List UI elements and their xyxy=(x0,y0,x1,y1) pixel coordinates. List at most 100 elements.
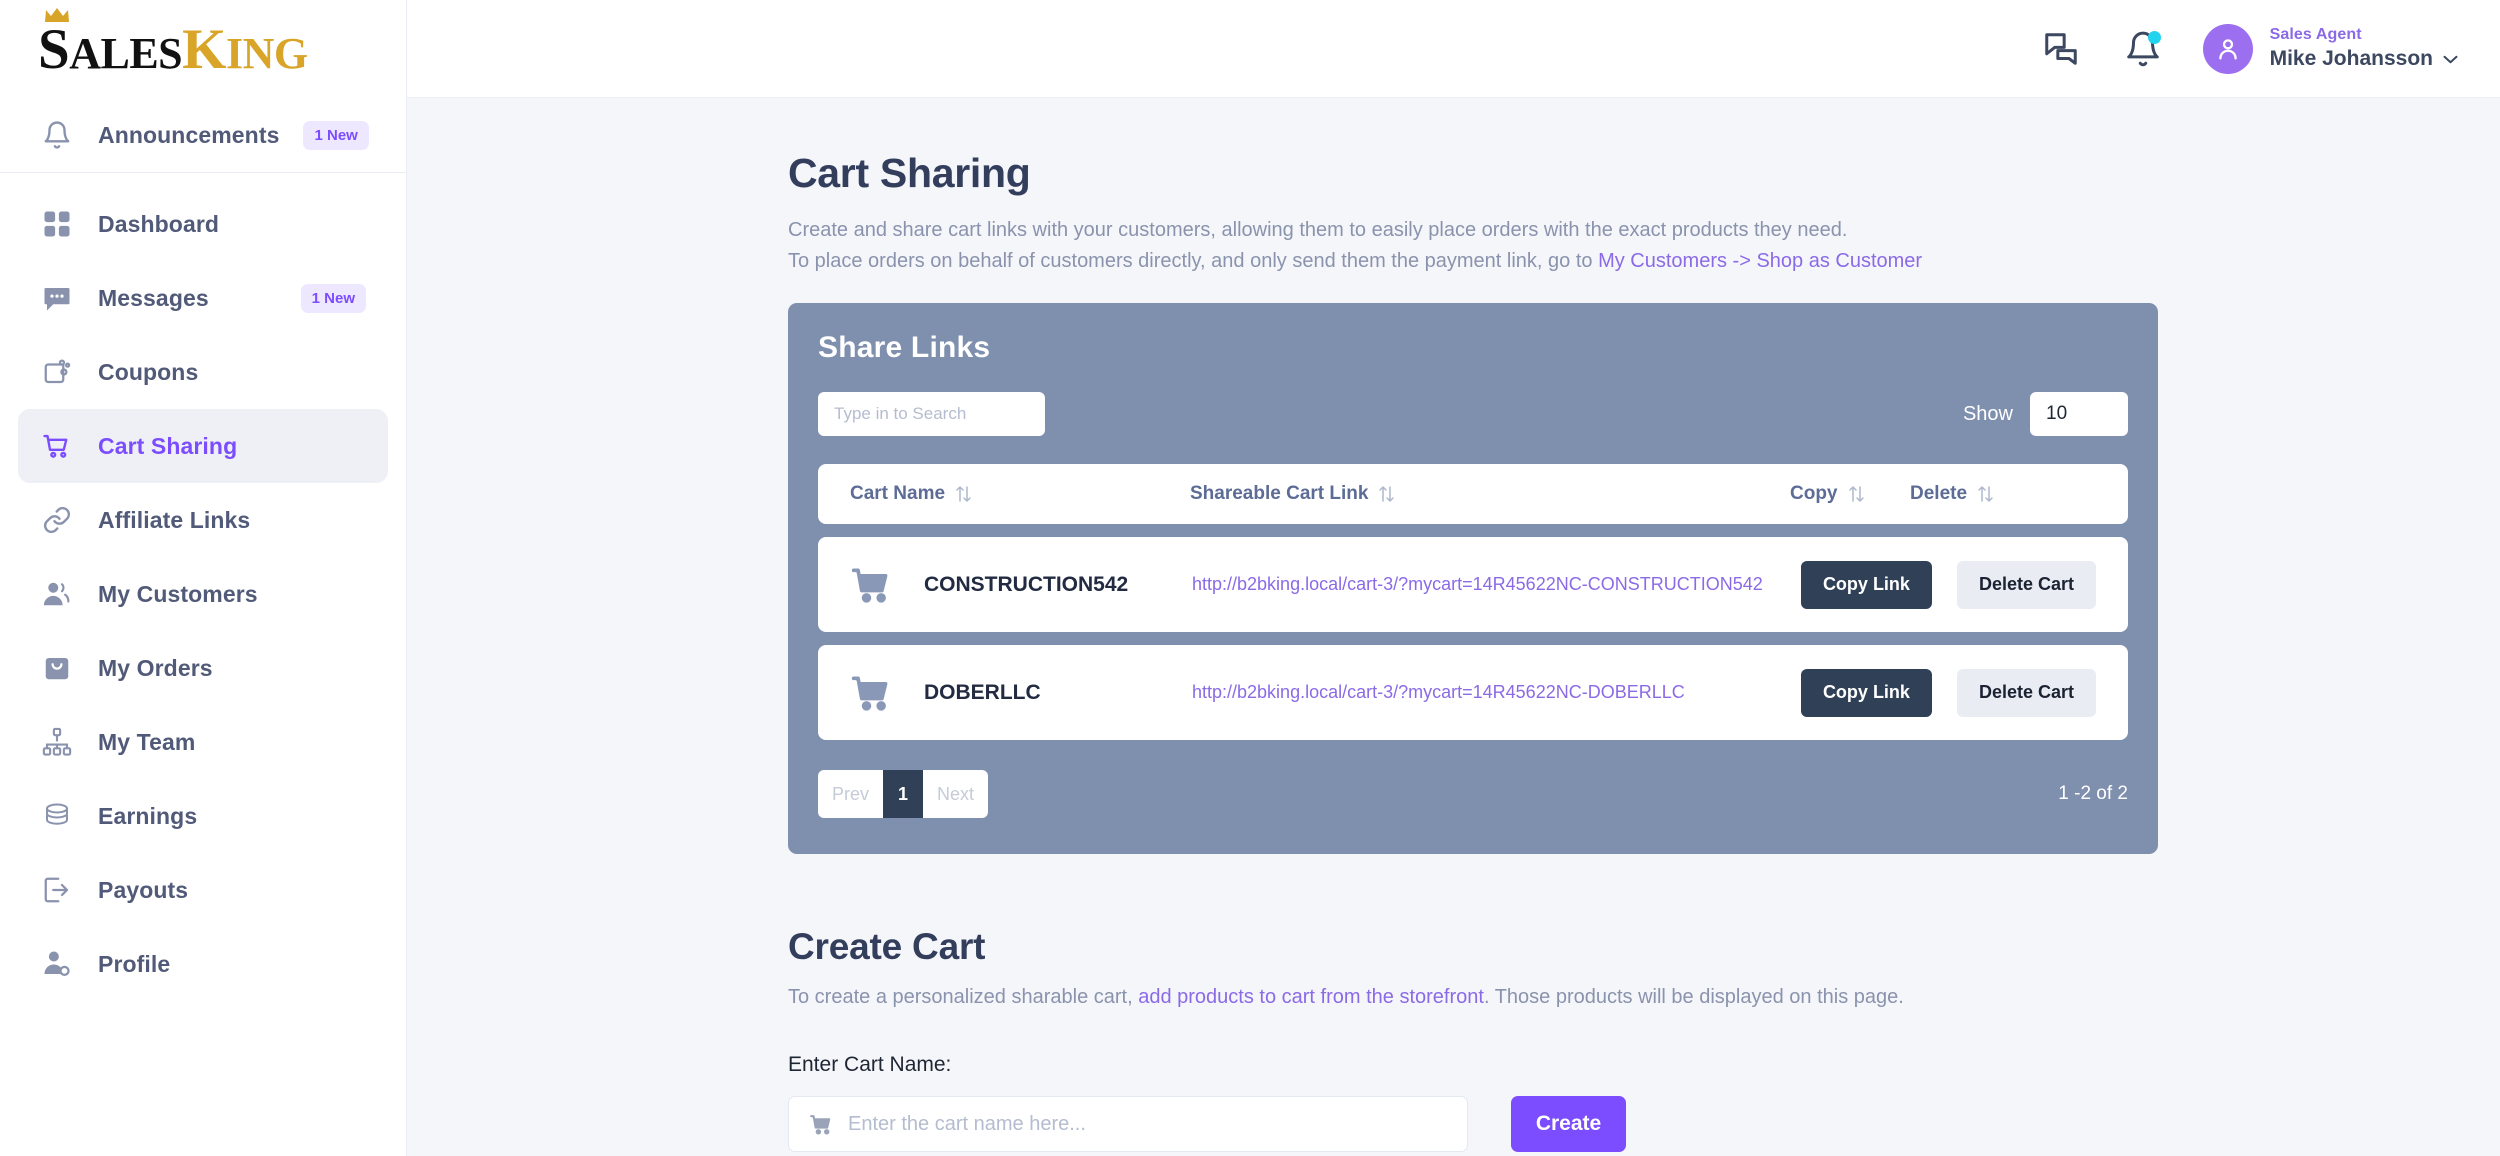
page-desc-line1: Create and share cart links with your cu… xyxy=(788,219,1848,241)
announcements-badge: 1 New xyxy=(303,120,369,150)
desc-prefix: To place orders on behalf of customers d… xyxy=(788,250,1599,272)
column-header-cart-name[interactable]: Cart Name xyxy=(850,483,1190,505)
column-header-shareable-cart-link[interactable]: Shareable Cart Link xyxy=(1190,483,1790,505)
cart-name-input[interactable] xyxy=(848,1112,1447,1136)
sidebar-item-affiliate-links[interactable]: Affiliate Links xyxy=(18,483,388,557)
table-row: CONSTRUCTION542 http://b2bking.local/car… xyxy=(818,537,2128,632)
cart-name-input-wrapper[interactable] xyxy=(788,1096,1468,1152)
sidebar-item-label: Profile xyxy=(98,950,171,977)
sidebar-item-profile[interactable]: Profile xyxy=(18,927,388,1001)
bell-icon xyxy=(40,118,74,152)
sidebar-item-announcements[interactable]: Announcements 1 New xyxy=(18,98,388,172)
cart-icon xyxy=(40,429,74,463)
chat-bubbles-icon[interactable] xyxy=(2039,27,2083,71)
sidebar: SALES KING Announcements 1 New Dashboard xyxy=(0,0,407,1156)
sidebar-item-my-orders[interactable]: My Orders xyxy=(18,631,388,705)
delete-cart-button[interactable]: Delete Cart xyxy=(1956,668,2096,717)
sidebar-item-dashboard[interactable]: Dashboard xyxy=(18,187,388,261)
chevron-down-icon xyxy=(2443,55,2458,63)
table-header-row: Cart Name Shareable Cart Link Copy Delet… xyxy=(818,464,2128,524)
profile-icon xyxy=(40,947,74,981)
cart-icon xyxy=(810,1114,831,1134)
pagination-controls: Prev 1 Next xyxy=(818,770,989,818)
payout-icon xyxy=(40,873,74,907)
sort-arrows-icon xyxy=(1848,486,1864,502)
show-label: Show xyxy=(1962,402,2013,425)
shareable-cart-link[interactable]: http://b2bking.local/cart-3/?mycart=14R4… xyxy=(1192,682,1801,703)
create-cart-description: To create a personalized sharable cart, … xyxy=(788,986,2158,1009)
column-label: Shareable Cart Link xyxy=(1190,483,1369,504)
sidebar-item-label: Messages xyxy=(98,284,209,311)
logo-king: KING xyxy=(182,17,308,81)
pagination-next[interactable]: Next xyxy=(923,770,989,818)
column-label: Delete xyxy=(1910,483,1968,504)
top-bar: Sales Agent Mike Johansson xyxy=(407,0,2500,98)
cart-name: DOBERLLC xyxy=(924,680,1041,704)
bag-icon xyxy=(40,651,74,685)
sidebar-item-my-customers[interactable]: My Customers xyxy=(18,557,388,631)
copy-link-button[interactable]: Copy Link xyxy=(1800,560,1932,609)
pagination-page-1[interactable]: 1 xyxy=(883,770,924,818)
hierarchy-icon xyxy=(40,725,74,759)
avatar xyxy=(2202,23,2253,74)
sort-arrows-icon xyxy=(956,486,971,502)
sidebar-item-my-team[interactable]: My Team xyxy=(18,705,388,779)
notification-dot xyxy=(2147,30,2161,44)
crown-icon xyxy=(45,7,69,22)
logo[interactable]: SALES KING xyxy=(0,0,406,98)
column-label: Copy xyxy=(1790,483,1838,504)
sort-arrows-icon xyxy=(1379,486,1395,502)
pagination-info: 1 -2 of 2 xyxy=(2058,783,2128,804)
wallet-icon xyxy=(40,355,74,389)
cart-name-field-label: Enter Cart Name: xyxy=(788,1053,952,1076)
sidebar-item-earnings[interactable]: Earnings xyxy=(18,779,388,853)
add-products-link[interactable]: add products to cart from the storefront xyxy=(1138,986,1484,1008)
create-button[interactable]: Create xyxy=(1511,1096,1626,1152)
sidebar-item-label: Affiliate Links xyxy=(98,506,251,533)
logo-sales: SALES xyxy=(38,17,183,81)
users-icon xyxy=(40,577,74,611)
show-entries-control: Show xyxy=(1963,392,2128,436)
sidebar-item-label: Dashboard xyxy=(98,210,220,237)
pagination: Prev 1 Next 1 -2 of 2 xyxy=(818,770,2128,818)
cart-name: CONSTRUCTION542 xyxy=(924,572,1129,596)
show-count-input[interactable] xyxy=(2030,392,2128,436)
sidebar-item-label: My Team xyxy=(98,728,196,755)
cart-icon xyxy=(850,563,894,607)
column-header-delete[interactable]: Delete xyxy=(1910,483,2050,505)
create-cart-section: Create Cart To create a personalized sha… xyxy=(788,926,2158,1152)
app-root: SALES KING Announcements 1 New Dashboard xyxy=(0,0,2500,1156)
sort-arrows-icon xyxy=(1978,486,1993,502)
page-description: Create and share cart links with your cu… xyxy=(788,215,2158,277)
sidebar-item-coupons[interactable]: Coupons xyxy=(18,335,388,409)
sidebar-item-label: Earnings xyxy=(98,802,198,829)
create-desc-suffix: . Those products will be displayed on th… xyxy=(1483,986,1904,1008)
chat-icon xyxy=(40,281,74,315)
shareable-cart-link[interactable]: http://b2bking.local/cart-3/?mycart=14R4… xyxy=(1192,574,1801,595)
share-links-controls: Show xyxy=(818,392,2128,436)
user-name: Mike Johansson xyxy=(2269,47,2433,70)
sidebar-item-label: Coupons xyxy=(98,358,199,385)
create-desc-prefix: To create a personalized sharable cart, xyxy=(788,986,1139,1008)
column-header-copy[interactable]: Copy xyxy=(1790,483,1910,505)
shop-as-customer-link[interactable]: My Customers -> Shop as Customer xyxy=(1598,250,1922,272)
sidebar-nav: Dashboard Messages 1 New Coupons Cart Sh… xyxy=(0,173,406,1001)
table-row: DOBERLLC http://b2bking.local/cart-3/?my… xyxy=(818,645,2128,740)
grid-icon xyxy=(40,207,74,241)
user-menu[interactable]: Sales Agent Mike Johansson xyxy=(2202,23,2458,74)
delete-cart-button[interactable]: Delete Cart xyxy=(1956,560,2096,609)
cart-icon xyxy=(850,671,894,715)
sidebar-item-messages[interactable]: Messages 1 New xyxy=(18,261,388,335)
sidebar-item-payouts[interactable]: Payouts xyxy=(18,853,388,927)
search-input[interactable] xyxy=(818,392,1045,436)
notification-bell-icon[interactable] xyxy=(2121,27,2165,71)
pagination-prev[interactable]: Prev xyxy=(818,770,884,818)
sidebar-item-cart-sharing[interactable]: Cart Sharing xyxy=(18,409,388,483)
sidebar-item-label: Cart Sharing xyxy=(98,432,238,459)
create-cart-title: Create Cart xyxy=(788,926,986,967)
sidebar-item-label: My Orders xyxy=(98,654,213,681)
coins-icon xyxy=(40,799,74,833)
page-title: Cart Sharing xyxy=(788,150,1031,196)
sidebar-item-label: Payouts xyxy=(98,876,189,903)
copy-link-button[interactable]: Copy Link xyxy=(1800,668,1932,717)
